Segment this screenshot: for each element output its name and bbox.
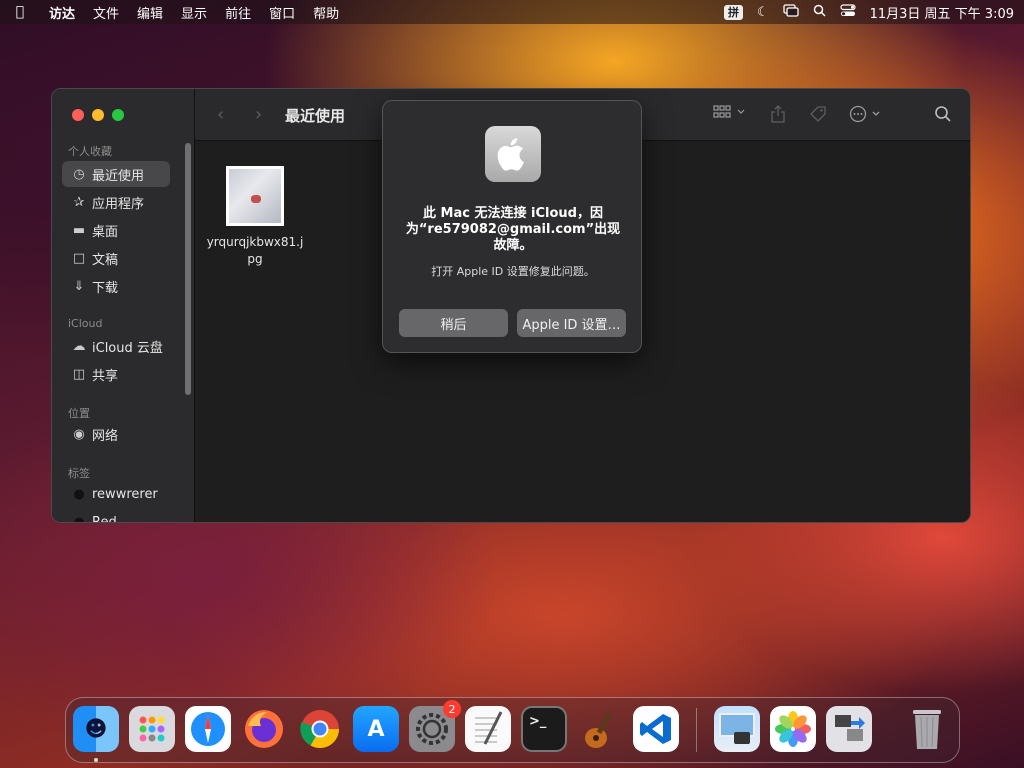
window-controls (72, 109, 124, 121)
menu-file[interactable]: 文件 (84, 3, 128, 22)
sidebar-item-downloads[interactable]: ⇓ 下载 (62, 273, 170, 299)
document-icon: □ (72, 250, 86, 266)
dock: ☻ A 2 >_ (65, 697, 960, 763)
menu-app-name[interactable]: 访达 (40, 3, 84, 22)
terminal-app-icon[interactable]: >_ (521, 706, 567, 752)
vscode-app-icon[interactable] (633, 706, 679, 752)
later-button[interactable]: 稍后 (399, 309, 508, 337)
shared-folder-icon: ◫ (72, 366, 86, 382)
sidebar-item-label: 网络 (92, 428, 119, 444)
cloud-icon: ☁ (72, 338, 86, 354)
input-method-indicator[interactable]: 拼 (723, 4, 743, 20)
icloud-alert-dialog: 此 Mac 无法连接 iCloud，因为“re579082@gmail.com”… (382, 100, 642, 353)
back-chevron-icon[interactable]: ‹ (217, 104, 224, 125)
sidebar-item-tag-red[interactable]: ● Red (62, 509, 170, 523)
sidebar-item-label: 应用程序 (92, 196, 145, 212)
finder-app-icon[interactable]: ☻ (73, 706, 119, 762)
firefox-app-icon[interactable] (241, 706, 287, 752)
sidebar-item-desktop[interactable]: ▬ 桌面 (62, 217, 170, 243)
view-grid-icon[interactable] (713, 105, 747, 123)
sidebar-header-icloud: iCloud (68, 317, 103, 330)
sidebar-item-label: iCloud 云盘 (92, 340, 163, 356)
menu-edit[interactable]: 编辑 (128, 3, 172, 22)
spotlight-search-icon[interactable] (813, 4, 826, 21)
menubar-status-area: 拼 ☾ 11月3日 周五 下午 3:09 (723, 0, 1014, 24)
sidebar-header-locations: 位置 (68, 407, 90, 420)
sidebar-item-label: 桌面 (92, 224, 119, 240)
more-actions-icon[interactable] (849, 105, 883, 127)
launchpad-app-icon[interactable] (129, 706, 175, 752)
download-icon: ⇓ (73, 278, 85, 294)
notification-badge: 2 (443, 700, 461, 718)
sidebar-item-icloud-drive[interactable]: ☁ iCloud 云盘 (62, 333, 170, 359)
alert-title: 此 Mac 无法连接 iCloud，因为“re579082@gmail.com”… (405, 206, 621, 253)
menu-go[interactable]: 前往 (216, 3, 260, 22)
system-settings-app-icon[interactable]: 2 (409, 700, 461, 752)
photos-app-icon[interactable] (770, 706, 816, 752)
sidebar-scrollbar[interactable] (185, 143, 191, 395)
dock-separator (696, 708, 697, 752)
screen-mirroring-icon[interactable] (782, 3, 799, 21)
share-icon[interactable] (771, 105, 785, 127)
menu-window[interactable]: 窗口 (260, 3, 304, 22)
sidebar-item-label: 最近使用 (92, 168, 145, 184)
apple-logo-icon (485, 126, 541, 182)
menu-help[interactable]: 帮助 (304, 3, 348, 22)
garageband-app-icon[interactable] (577, 706, 623, 752)
migration-assistant-app-icon[interactable] (826, 706, 872, 752)
sidebar-item-label: 下载 (92, 280, 119, 296)
finder-sidebar: 个人收藏 ◷ 最近使用 ✰ 应用程序 ▬ 桌面 □ 文稿 ⇓ 下载 iCloud… (52, 89, 195, 522)
sidebar-item-documents[interactable]: □ 文稿 (62, 245, 170, 271)
sidebar-item-recents[interactable]: ◷ 最近使用 (62, 161, 170, 187)
sidebar-header-favorites: 个人收藏 (68, 145, 112, 158)
file-thumbnail[interactable] (226, 166, 284, 226)
apple-id-settings-button[interactable]: Apple ID 设置… (517, 309, 626, 337)
menu-view[interactable]: 显示 (172, 3, 216, 22)
sidebar-item-label: Red (92, 514, 117, 523)
menu-bar:  访达 文件 编辑 显示 前往 窗口 帮助 拼 ☾ 11月3日 周五 下午 3… (0, 0, 1024, 24)
control-center-icon[interactable] (839, 3, 856, 21)
clock-icon: ◷ (73, 166, 85, 182)
tag-dot-icon: ● (73, 486, 85, 502)
window-title: 最近使用 (285, 107, 346, 125)
tag-dot-icon: ● (73, 514, 85, 523)
tag-icon[interactable] (809, 105, 827, 127)
applications-icon: ✰ (73, 194, 85, 210)
sidebar-item-label: rewwrerer (92, 486, 158, 502)
sidebar-item-tag-rewwrerer[interactable]: ● rewwrerer (62, 481, 170, 507)
sidebar-item-label: 文稿 (92, 252, 119, 268)
globe-icon: ◉ (73, 426, 85, 442)
textedit-app-icon[interactable] (465, 706, 511, 752)
preview-app-icon[interactable] (714, 706, 760, 752)
sidebar-header-tags: 标签 (68, 467, 90, 480)
sidebar-item-shared[interactable]: ◫ 共享 (62, 361, 170, 387)
sidebar-item-network[interactable]: ◉ 网络 (62, 421, 170, 447)
desktop-icon: ▬ (72, 222, 86, 238)
zoom-window-button[interactable] (112, 109, 124, 121)
safari-app-icon[interactable] (185, 706, 231, 752)
apple-menu-icon[interactable]:  (0, 4, 40, 20)
running-indicator (94, 758, 98, 762)
chrome-app-icon[interactable] (297, 706, 343, 752)
search-icon[interactable] (934, 105, 952, 127)
app-store-app-icon[interactable]: A (353, 706, 399, 752)
close-window-button[interactable] (72, 109, 84, 121)
trash-icon[interactable] (904, 706, 950, 752)
focus-moon-icon[interactable]: ☾ (757, 5, 769, 20)
menubar-clock[interactable]: 11月3日 周五 下午 3:09 (870, 3, 1014, 22)
forward-chevron-icon[interactable]: › (255, 104, 262, 125)
image-preview (229, 169, 281, 223)
file-name[interactable]: yrqurqjkbwx81.jpg (203, 234, 307, 268)
alert-message: 打开 Apple ID 设置修复此问题。 (431, 265, 595, 278)
sidebar-item-label: 共享 (92, 368, 119, 384)
sidebar-item-applications[interactable]: ✰ 应用程序 (62, 189, 170, 215)
minimize-window-button[interactable] (92, 109, 104, 121)
